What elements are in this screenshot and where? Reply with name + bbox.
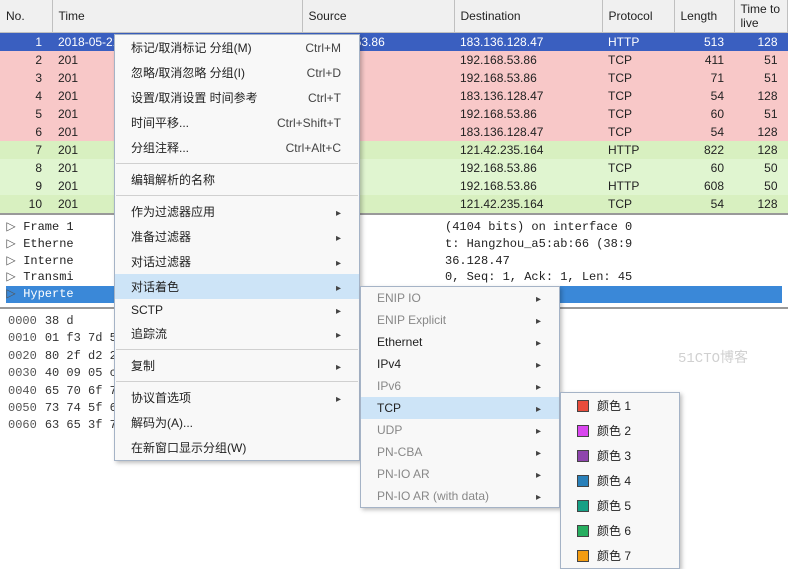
- color-submenu[interactable]: 颜色 1 颜色 2 颜色 3 颜色 4 颜色 5 颜色 6 颜色 7: [560, 392, 680, 569]
- color-swatch-icon: [577, 550, 589, 562]
- color-label: 颜色 7: [597, 547, 631, 564]
- tree-ip-cont: 36.128.47: [445, 253, 632, 270]
- menu-show-in-new-window[interactable]: 在新窗口显示分组(W): [115, 435, 359, 460]
- menu-apply-as-filter[interactable]: 作为过滤器应用: [115, 199, 359, 224]
- submenu-ipv6[interactable]: IPv6: [361, 375, 559, 397]
- menu-protocol-prefs[interactable]: 协议首选项: [115, 385, 359, 410]
- color-swatch-icon: [577, 400, 589, 412]
- tree-tcp-cont: 0, Seq: 1, Ack: 1, Len: 45: [445, 269, 632, 286]
- color-swatch-icon: [577, 525, 589, 537]
- expand-icon[interactable]: ▷: [6, 236, 16, 253]
- col-time[interactable]: Time: [52, 0, 302, 33]
- color-option-5[interactable]: 颜色 5: [561, 493, 679, 518]
- menu-sctp[interactable]: SCTP: [115, 299, 359, 321]
- menu-timeshift[interactable]: 时间平移...Ctrl+Shift+T: [115, 110, 359, 135]
- color-label: 颜色 4: [597, 472, 631, 489]
- color-swatch-icon: [577, 500, 589, 512]
- color-option-3[interactable]: 颜色 3: [561, 443, 679, 468]
- tree-http[interactable]: Hyperte: [23, 287, 73, 301]
- menu-ignore[interactable]: 忽略/取消忽略 分组(I)Ctrl+D: [115, 60, 359, 85]
- submenu-udp[interactable]: UDP: [361, 419, 559, 441]
- submenu-ipv4[interactable]: IPv4: [361, 353, 559, 375]
- packet-list-header[interactable]: No. Time Source Destination Protocol Len…: [0, 0, 788, 33]
- tree-frame[interactable]: Frame 1: [23, 220, 73, 234]
- color-swatch-icon: [577, 425, 589, 437]
- tree-ethernet[interactable]: Etherne: [23, 237, 73, 251]
- col-no[interactable]: No.: [0, 0, 52, 33]
- color-label: 颜色 2: [597, 422, 631, 439]
- col-length[interactable]: Length: [674, 0, 734, 33]
- submenu-pn-cba[interactable]: PN-CBA: [361, 441, 559, 463]
- expand-icon[interactable]: ▷: [6, 269, 16, 286]
- colorize-submenu[interactable]: ENIP IO ENIP Explicit Ethernet IPv4 IPv6…: [360, 286, 560, 508]
- expand-icon[interactable]: ▷: [6, 253, 16, 270]
- submenu-pn-io-ar-data[interactable]: PN-IO AR (with data): [361, 485, 559, 507]
- menu-copy[interactable]: 复制: [115, 353, 359, 378]
- color-option-4[interactable]: 颜色 4: [561, 468, 679, 493]
- color-option-2[interactable]: 颜色 2: [561, 418, 679, 443]
- menu-comment[interactable]: 分组注释...Ctrl+Alt+C: [115, 135, 359, 160]
- color-label: 颜色 5: [597, 497, 631, 514]
- color-option-7[interactable]: 颜色 7: [561, 543, 679, 568]
- color-swatch-icon: [577, 475, 589, 487]
- menu-follow[interactable]: 追踪流: [115, 321, 359, 346]
- color-option-6[interactable]: 颜色 6: [561, 518, 679, 543]
- context-menu[interactable]: 标记/取消标记 分组(M)Ctrl+M 忽略/取消忽略 分组(I)Ctrl+D …: [114, 34, 360, 461]
- color-label: 颜色 3: [597, 447, 631, 464]
- color-swatch-icon: [577, 450, 589, 462]
- submenu-tcp[interactable]: TCP: [361, 397, 559, 419]
- tree-tcp[interactable]: Transmi: [23, 270, 73, 284]
- submenu-pn-io-ar[interactable]: PN-IO AR: [361, 463, 559, 485]
- col-protocol[interactable]: Protocol: [602, 0, 674, 33]
- menu-prepare-filter[interactable]: 准备过滤器: [115, 224, 359, 249]
- tree-internet[interactable]: Interne: [23, 254, 73, 268]
- menu-decode-as[interactable]: 解码为(A)...: [115, 410, 359, 435]
- submenu-enip-explicit[interactable]: ENIP Explicit: [361, 309, 559, 331]
- submenu-enip-io[interactable]: ENIP IO: [361, 287, 559, 309]
- tree-frame-cont: (4104 bits) on interface 0: [445, 219, 632, 236]
- menu-timeref[interactable]: 设置/取消设置 时间参考Ctrl+T: [115, 85, 359, 110]
- expand-icon[interactable]: ▷: [6, 219, 16, 236]
- col-source[interactable]: Source: [302, 0, 454, 33]
- expand-icon[interactable]: ▷: [6, 286, 16, 303]
- col-ttl[interactable]: Time to live: [734, 0, 788, 33]
- color-label: 颜色 6: [597, 522, 631, 539]
- menu-edit-resolved[interactable]: 编辑解析的名称: [115, 167, 359, 192]
- menu-mark[interactable]: 标记/取消标记 分组(M)Ctrl+M: [115, 35, 359, 60]
- color-label: 颜色 1: [597, 397, 631, 414]
- tree-eth-cont: t: Hangzhou_a5:ab:66 (38:9: [445, 236, 632, 253]
- col-destination[interactable]: Destination: [454, 0, 602, 33]
- color-option-1[interactable]: 颜色 1: [561, 393, 679, 418]
- menu-conversation-filter[interactable]: 对话过滤器: [115, 249, 359, 274]
- menu-colorize-conversation[interactable]: 对话着色: [115, 274, 359, 299]
- submenu-ethernet[interactable]: Ethernet: [361, 331, 559, 353]
